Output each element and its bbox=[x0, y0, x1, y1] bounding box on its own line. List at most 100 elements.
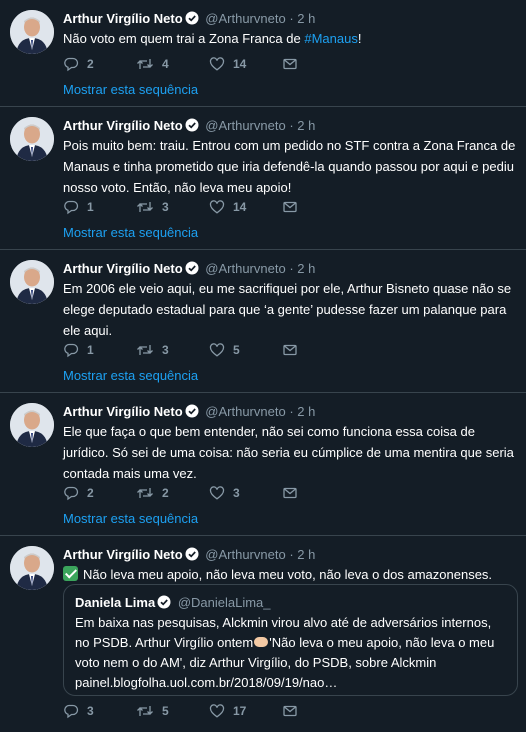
tweet-text-part: ! bbox=[357, 31, 362, 46]
retweet-count: 4 bbox=[162, 57, 169, 71]
like-count: 14 bbox=[233, 57, 247, 71]
tweet-timestamp[interactable]: 2 h bbox=[297, 118, 315, 133]
verified-badge-icon bbox=[185, 11, 199, 25]
envelope-icon bbox=[283, 344, 297, 356]
like-button[interactable]: 3 bbox=[209, 485, 282, 501]
tweet[interactable]: Arthur Virgílio Neto @Arthurvneto · 2 h … bbox=[0, 536, 526, 732]
avatar[interactable] bbox=[10, 117, 54, 161]
like-button[interactable]: 17 bbox=[209, 703, 282, 719]
retweet-count: 5 bbox=[162, 704, 169, 718]
direct-message-button[interactable] bbox=[282, 485, 298, 501]
quoted-tweet[interactable]: Daniela Lima @DanielaLima_ Em baixa nas … bbox=[63, 584, 518, 696]
show-thread-link[interactable]: Mostrar esta sequência bbox=[63, 225, 198, 240]
envelope-icon bbox=[283, 487, 297, 499]
author-handle[interactable]: @Arthurvneto bbox=[205, 261, 285, 276]
tweet-timestamp[interactable]: 2 h bbox=[297, 261, 315, 276]
verified-badge-icon bbox=[185, 547, 199, 561]
reply-icon bbox=[64, 343, 79, 358]
author-handle[interactable]: @Arthurvneto bbox=[205, 118, 285, 133]
retweet-button[interactable]: 3 bbox=[136, 342, 209, 358]
retweet-button[interactable]: 3 bbox=[136, 199, 209, 215]
pointing-finger-icon bbox=[254, 637, 269, 647]
quoted-link[interactable]: painel.blogfolha.uol.com.br/2018/09/19/n… bbox=[75, 675, 337, 690]
reply-count: 1 bbox=[87, 343, 94, 357]
retweet-icon bbox=[137, 59, 153, 69]
tweet[interactable]: Arthur Virgílio Neto @Arthurvneto · 2 h … bbox=[0, 250, 526, 393]
avatar[interactable] bbox=[10, 403, 54, 447]
avatar[interactable] bbox=[10, 10, 54, 54]
tweet[interactable]: Arthur Virgílio Neto @Arthurvneto · 2 h … bbox=[0, 393, 526, 536]
tweet-timestamp[interactable]: 2 h bbox=[297, 547, 315, 562]
show-thread-link[interactable]: Mostrar esta sequência bbox=[63, 82, 198, 97]
heart-icon bbox=[209, 343, 225, 357]
retweet-icon bbox=[137, 706, 153, 716]
quoted-tweet-text: Em baixa nas pesquisas, Alckmin virou al… bbox=[75, 613, 506, 693]
heart-icon bbox=[209, 57, 225, 71]
tweet-text: Em 2006 ele veio aqui, eu me sacrifiquei… bbox=[63, 281, 512, 338]
reply-icon bbox=[64, 57, 79, 72]
tweet[interactable]: Arthur Virgílio Neto @Arthurvneto · 2 h … bbox=[0, 0, 526, 107]
avatar[interactable] bbox=[10, 546, 54, 590]
hashtag-link[interactable]: #Manaus bbox=[304, 31, 357, 46]
reply-button[interactable]: 3 bbox=[63, 703, 136, 719]
reply-count: 3 bbox=[87, 704, 94, 718]
author-name[interactable]: Arthur Virgílio Neto bbox=[63, 547, 183, 562]
retweet-count: 3 bbox=[162, 200, 169, 214]
retweet-icon bbox=[137, 488, 153, 498]
avatar[interactable] bbox=[10, 260, 54, 304]
tweet[interactable]: Arthur Virgílio Neto @Arthurvneto · 2 h … bbox=[0, 107, 526, 250]
retweet-count: 3 bbox=[162, 343, 169, 357]
author-name[interactable]: Arthur Virgílio Neto bbox=[63, 118, 183, 133]
tweet-text: Não voto em quem trai a Zona Franca de #… bbox=[63, 28, 516, 49]
direct-message-button[interactable] bbox=[282, 199, 298, 215]
heart-icon bbox=[209, 486, 225, 500]
author-name[interactable]: Arthur Virgílio Neto bbox=[63, 404, 183, 419]
like-button[interactable]: 14 bbox=[209, 199, 282, 215]
separator-dot: · bbox=[289, 11, 294, 26]
tweet-text: Ele que faça o que bem entender, não sei… bbox=[63, 424, 514, 481]
retweet-button[interactable]: 5 bbox=[136, 703, 209, 719]
envelope-icon bbox=[283, 201, 297, 213]
reply-icon bbox=[64, 704, 79, 719]
retweet-icon bbox=[137, 202, 153, 212]
reply-button[interactable]: 1 bbox=[63, 342, 136, 358]
tweet-text: Pois muito bem: traiu. Entrou com um ped… bbox=[63, 138, 516, 195]
author-handle[interactable]: @Arthurvneto bbox=[205, 404, 285, 419]
verified-badge-icon bbox=[157, 595, 171, 609]
reply-button[interactable]: 1 bbox=[63, 199, 136, 215]
show-thread-link[interactable]: Mostrar esta sequência bbox=[63, 511, 198, 526]
reply-icon bbox=[64, 200, 79, 215]
retweet-button[interactable]: 4 bbox=[136, 56, 209, 72]
direct-message-button[interactable] bbox=[282, 342, 298, 358]
reply-count: 2 bbox=[87, 57, 94, 71]
envelope-icon bbox=[283, 58, 297, 70]
tweet-timestamp[interactable]: 2 h bbox=[297, 11, 315, 26]
tweet-timestamp[interactable]: 2 h bbox=[297, 404, 315, 419]
heart-icon bbox=[209, 200, 225, 214]
tweet-text: Não leva meu apoio, não leva meu voto, n… bbox=[63, 564, 516, 585]
verified-badge-icon bbox=[185, 261, 199, 275]
like-button[interactable]: 14 bbox=[209, 56, 282, 72]
reply-count: 1 bbox=[87, 200, 94, 214]
like-count: 3 bbox=[233, 486, 240, 500]
quoted-author-handle[interactable]: @DanielaLima_ bbox=[178, 595, 271, 610]
separator-dot: · bbox=[289, 404, 294, 419]
heart-icon bbox=[209, 704, 225, 718]
retweet-icon bbox=[137, 345, 153, 355]
author-name[interactable]: Arthur Virgílio Neto bbox=[63, 261, 183, 276]
like-count: 14 bbox=[233, 200, 247, 214]
show-thread-link[interactable]: Mostrar esta sequência bbox=[63, 368, 198, 383]
like-count: 5 bbox=[233, 343, 240, 357]
retweet-button[interactable]: 2 bbox=[136, 485, 209, 501]
author-handle[interactable]: @Arthurvneto bbox=[205, 547, 285, 562]
like-count: 17 bbox=[233, 704, 247, 718]
verified-badge-icon bbox=[185, 118, 199, 132]
author-name[interactable]: Arthur Virgílio Neto bbox=[63, 11, 183, 26]
quoted-author-name[interactable]: Daniela Lima bbox=[75, 595, 155, 610]
reply-button[interactable]: 2 bbox=[63, 56, 136, 72]
direct-message-button[interactable] bbox=[282, 56, 298, 72]
like-button[interactable]: 5 bbox=[209, 342, 282, 358]
direct-message-button[interactable] bbox=[282, 703, 298, 719]
author-handle[interactable]: @Arthurvneto bbox=[205, 11, 285, 26]
reply-button[interactable]: 2 bbox=[63, 485, 136, 501]
